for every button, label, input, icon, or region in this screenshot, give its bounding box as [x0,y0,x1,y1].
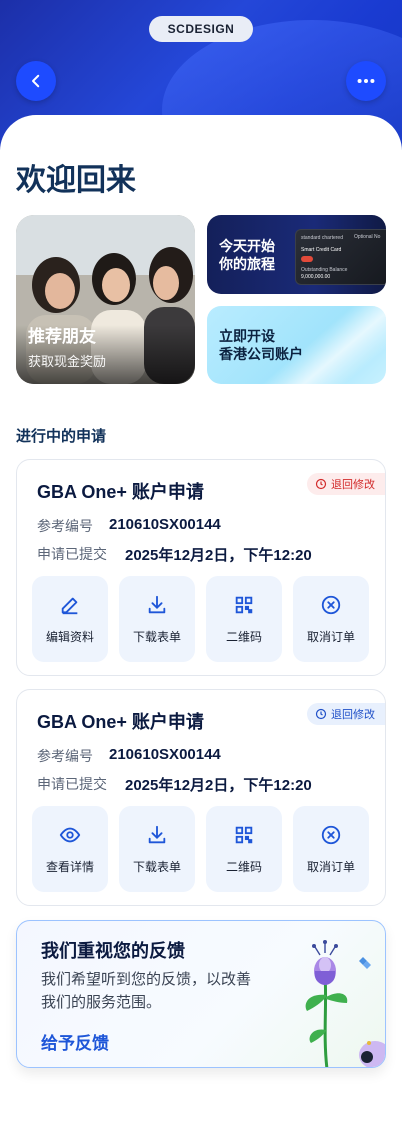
submitted-row: 申请已提交 2025年12月2日，下午12:20 [37,544,312,565]
action-label: 下载表单 [132,859,181,874]
card-product-name: Smart Credit Card [301,247,342,253]
download-form-button[interactable]: 下载表单 [119,806,195,892]
card-bank-name: standard chartered [301,235,343,241]
open-account-line-2: 香港公司账户 [219,346,303,362]
applications-section-title: 进行中的申请 [16,428,107,445]
cancel-circle-icon [321,595,341,614]
submitted-value: 2025年12月2日，下午12:20 [125,547,312,564]
cancel-order-button[interactable]: 取消订单 [293,806,369,892]
action-label: 编辑资料 [45,629,94,644]
feedback-description: 我们希望听到您的反馈，以改善我们的服务范围。 [41,971,252,1011]
action-label: 二维码 [225,629,262,644]
feedback-card: 我们重视您的反馈 我们希望听到您的反馈，以改善我们的服务范围。 给予反馈 [16,920,386,1068]
action-label: 取消订单 [306,859,355,874]
status-text: 退回修改 [331,479,375,491]
status-text: 退回修改 [331,709,375,721]
reference-label: 参考编号 [37,748,93,764]
application-title: GBA One+ 账户申请 [37,482,204,502]
reference-label: 参考编号 [37,518,93,534]
card-balance-value: 9,000,000.00 [301,274,331,280]
view-details-button[interactable]: 查看详情 [32,806,108,892]
journey-line-2: 你的旅程 [219,256,275,272]
eye-icon [59,827,81,842]
reference-value: 210610SX00144 [109,746,221,763]
submitted-row: 申请已提交 2025年12月2日，下午12:20 [37,774,312,795]
edit-profile-button[interactable]: 编辑资料 [32,576,108,662]
action-label: 二维码 [225,859,262,874]
action-label: 查看详情 [45,859,94,874]
status-badge: 退回修改 [307,703,385,725]
action-row: 编辑资料 下载表单 二维码 取消订单 [32,576,369,662]
back-button[interactable] [16,61,56,101]
clock-icon [315,708,327,720]
cancel-order-button[interactable]: 取消订单 [293,576,369,662]
open-account-text: 立即开设 香港公司账户 [219,327,303,363]
download-form-button[interactable]: 下载表单 [119,576,195,662]
journey-line-1: 今天开始 [219,238,275,254]
referral-caption: 推荐朋友 获取现金奖励 [28,322,106,370]
referral-title: 推荐朋友 [28,327,96,346]
clock-icon [315,478,327,490]
reference-row: 参考编号 210610SX00144 [37,516,221,536]
open-account-line-1: 立即开设 [219,328,275,344]
journey-promo-card[interactable]: 今天开始 你的旅程 standard chartered Optional No… [207,215,386,294]
application-card: GBA One+ 账户申请 退回修改 参考编号 210610SX00144 申请… [16,689,386,906]
action-label: 取消订单 [306,629,355,644]
feedback-title: 我们重视您的反馈 [41,941,185,961]
more-horizontal-icon [357,78,375,84]
action-row: 查看详情 下载表单 二维码 取消订单 [32,806,369,892]
journey-text: 今天开始 你的旅程 [219,237,275,273]
edit-icon [61,597,78,614]
brand-logo: SCDESIGN [149,16,253,42]
qr-code-button[interactable]: 二维码 [206,806,282,892]
more-button[interactable] [346,61,386,101]
referral-subtitle: 获取现金奖励 [28,354,107,369]
reference-row: 参考编号 210610SX00144 [37,746,221,766]
qr-code-button[interactable]: 二维码 [206,576,282,662]
submitted-label: 申请已提交 [37,546,107,562]
download-icon [148,595,166,613]
credit-card-illustration: standard chartered Optional No Smart Cre… [295,229,386,285]
flower-illustration [305,940,385,1067]
status-badge: 退回修改 [307,473,385,495]
card-optional-label: Optional No [354,234,381,240]
page-title: 欢迎回来 [16,164,136,197]
application-card: GBA One+ 账户申请 退回修改 参考编号 210610SX00144 申请… [16,459,386,676]
submitted-label: 申请已提交 [37,776,107,792]
action-label: 下载表单 [132,629,181,644]
qr-code-icon [235,596,253,613]
submitted-value: 2025年12月2日，下午12:20 [125,777,312,794]
chevron-left-icon [32,74,40,88]
application-title: GBA One+ 账户申请 [37,712,204,732]
card-chip-icon [301,256,313,262]
cancel-circle-icon [321,825,341,844]
referral-promo-card[interactable]: 推荐朋友 获取现金奖励 [16,215,195,384]
give-feedback-link[interactable]: 给予反馈 [41,1029,109,1054]
card-balance-label: Outstanding Balance [301,267,348,273]
qr-code-icon [235,826,253,843]
download-icon [148,825,166,843]
reference-value: 210610SX00144 [109,516,221,533]
open-account-promo-card[interactable]: 立即开设 香港公司账户 [207,306,386,384]
